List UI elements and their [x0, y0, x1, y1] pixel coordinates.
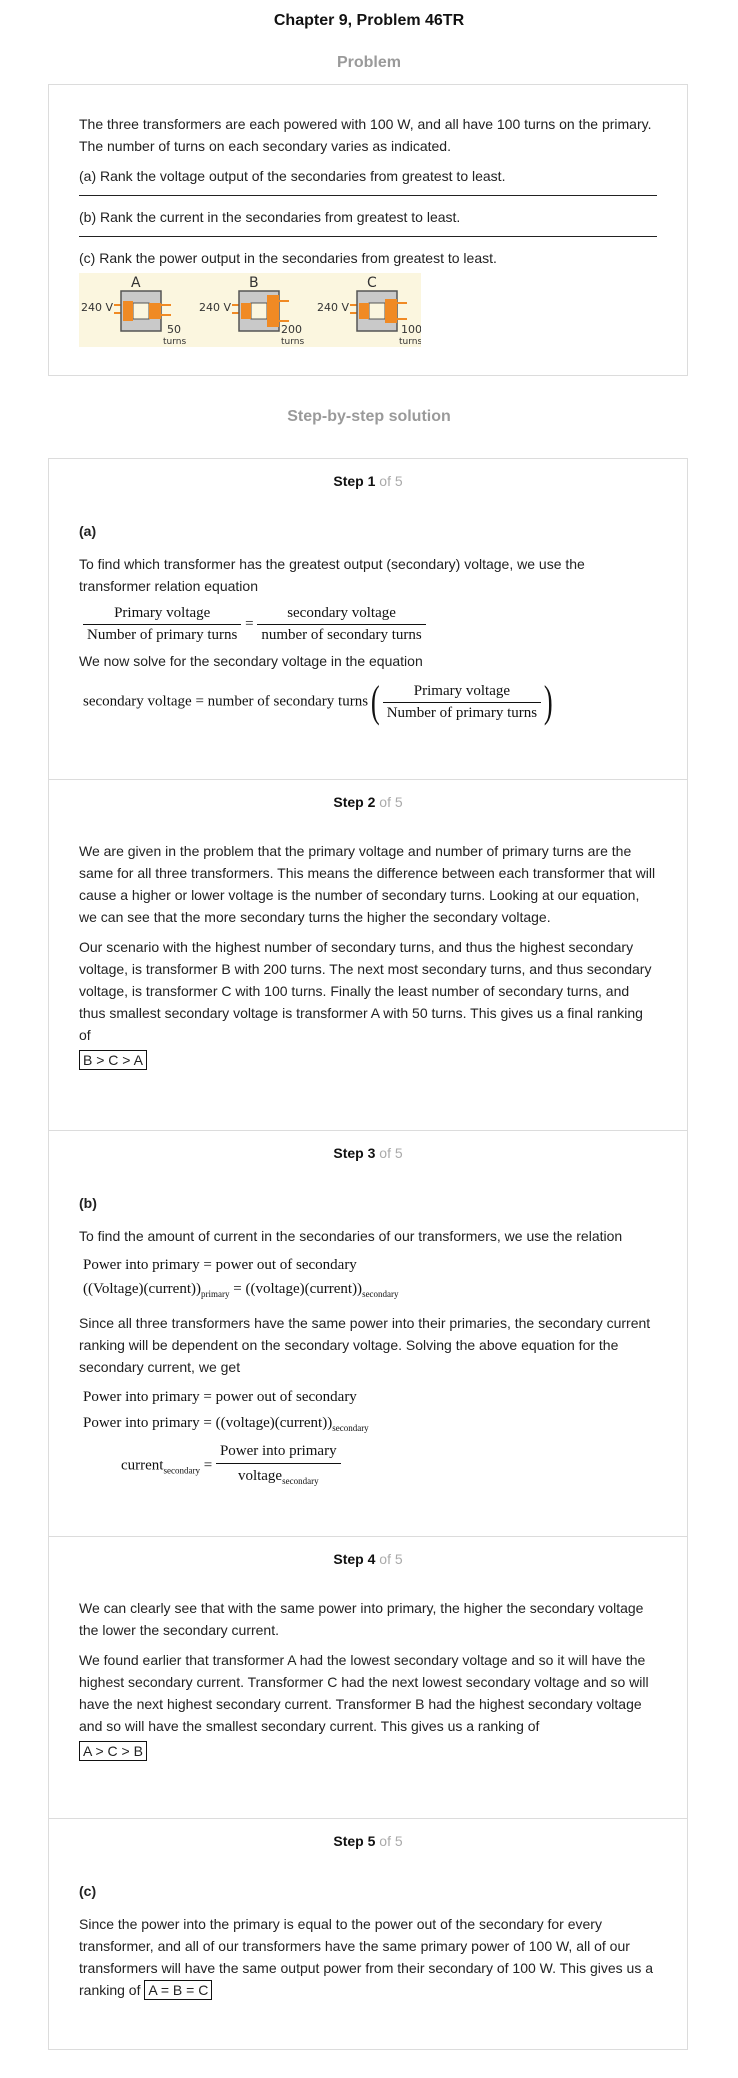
transformer-b-letter: B — [249, 275, 259, 291]
solution-heading: Step-by-step solution — [287, 408, 451, 425]
step-number: 4 — [367, 1551, 376, 1567]
transformer-b-unit: turns — [281, 337, 304, 347]
step-label: Step — [333, 1551, 364, 1567]
step-header: Step 4 of 5 — [49, 1551, 687, 1567]
power-equation: Power into primary = power out of second… — [83, 1253, 657, 1306]
chapter-title: Chapter 9, Problem 46TR — [273, 12, 465, 29]
part-label: (a) — [79, 523, 97, 539]
step-text: Since all three transformers have the sa… — [79, 1315, 651, 1375]
step-text: We now solve for the secondary voltage i… — [79, 653, 423, 669]
eq-denominator: Number of primary turns — [87, 627, 238, 643]
step-text: Our scenario with the highest number of … — [79, 939, 652, 1043]
transformer-b-turns: 200 — [281, 323, 302, 336]
step-card: Step 3 of 5 (b) To find the amount of cu… — [48, 1130, 688, 1537]
transformer-c-unit: turns — [399, 337, 421, 347]
divider — [79, 236, 657, 237]
eq-line: Power into primary = power out of second… — [83, 1389, 357, 1405]
answer-box: A = B = C — [144, 1980, 213, 2000]
eq-lhs: secondary voltage = number of secondary … — [83, 693, 369, 710]
step-text: We found earlier that transformer A had … — [79, 1652, 649, 1734]
transformer-c-letter: C — [367, 275, 377, 291]
eq-numerator: Power into primary — [215, 1441, 341, 1464]
transformer-a-turns: 50 — [167, 323, 181, 336]
step-of: of 5 — [379, 1145, 403, 1161]
eq-line: Power into primary = ((voltage)(current)… — [83, 1415, 369, 1433]
eq-line: currentsecondary = Power into primary vol… — [121, 1441, 657, 1491]
step-of: of 5 — [379, 473, 403, 489]
problem-part-a: (a) Rank the voltage output of the secon… — [79, 168, 506, 184]
step-number: 3 — [367, 1145, 376, 1161]
step-number: 2 — [367, 794, 376, 810]
step-header: Step 2 of 5 — [49, 794, 687, 810]
step-text: We are given in the problem that the pri… — [79, 843, 656, 925]
eq-equals: = — [245, 615, 254, 632]
step-card: Step 4 of 5 We can clearly see that with… — [48, 1536, 688, 1819]
step-number: 1 — [367, 473, 376, 489]
step-card: Step 1 of 5 (a) To find which transforme… — [48, 458, 688, 780]
eq-denominator: voltagesecondary — [237, 1468, 319, 1486]
transformer-a-letter: A — [131, 275, 141, 291]
step-header: Step 3 of 5 — [49, 1145, 687, 1161]
transformer-figure: A 240 V 50 turns B 240 V 200 turns C 240… — [79, 273, 657, 350]
problem-card: The three transformers are each powered … — [48, 84, 688, 376]
secondary-voltage-equation: secondary voltage = number of secondary … — [83, 677, 553, 726]
problem-intro: The three transformers are each powered … — [79, 116, 652, 154]
eq-numerator: secondary voltage — [257, 605, 426, 625]
transformer-c-voltage: 240 V — [317, 301, 349, 314]
step-of: of 5 — [379, 1833, 403, 1849]
step-text: To find the amount of current in the sec… — [79, 1228, 623, 1244]
problem-heading: Problem — [336, 54, 401, 71]
problem-part-c: (c) Rank the power output in the seconda… — [79, 250, 497, 266]
eq-numerator: Primary voltage — [83, 605, 242, 625]
step-card: Step 2 of 5 We are given in the problem … — [48, 779, 688, 1131]
answer-box: B > C > A — [79, 1050, 147, 1070]
step-header: Step 5 of 5 — [49, 1833, 687, 1849]
step-of: of 5 — [379, 1551, 403, 1567]
step-card: Step 5 of 5 (c) Since the power into the… — [48, 1818, 688, 2050]
eq-denominator: number of secondary turns — [261, 627, 422, 643]
transformer-c-turns: 100 — [401, 323, 421, 336]
transformer-a-unit: turns — [163, 337, 186, 347]
step-text: Since the power into the primary is equa… — [79, 1916, 653, 2000]
step-label: Step — [333, 473, 364, 489]
eq-numerator: Primary voltage — [382, 683, 542, 703]
step-of: of 5 — [379, 794, 403, 810]
step-header: Step 1 of 5 — [49, 473, 687, 489]
part-label: (b) — [79, 1195, 97, 1211]
transformer-equation: Primary voltage Number of primary turns =… — [83, 605, 657, 644]
step-label: Step — [333, 794, 364, 810]
divider — [79, 195, 657, 196]
problem-part-b: (b) Rank the current in the secondaries … — [79, 209, 461, 225]
step-text: To find which transformer has the greate… — [79, 556, 585, 594]
eq-denominator: Number of primary turns — [386, 704, 538, 721]
step-label: Step — [333, 1833, 364, 1849]
answer-box: A > C > B — [79, 1741, 147, 1761]
transformer-b-voltage: 240 V — [199, 301, 231, 314]
eq-line: Power into primary = power out of second… — [83, 1257, 357, 1273]
part-label: (c) — [79, 1883, 97, 1899]
transformer-a-voltage: 240 V — [81, 301, 113, 314]
current-equation: Power into primary = power out of second… — [83, 1384, 657, 1491]
eq-line: ((Voltage)(current))primary = ((voltage)… — [83, 1281, 399, 1299]
page: Chapter 9, Problem 46TR Problem The thre… — [0, 0, 738, 2050]
step-number: 5 — [367, 1833, 376, 1849]
step-text: We can clearly see that with the same po… — [79, 1600, 644, 1638]
step-label: Step — [333, 1145, 364, 1161]
